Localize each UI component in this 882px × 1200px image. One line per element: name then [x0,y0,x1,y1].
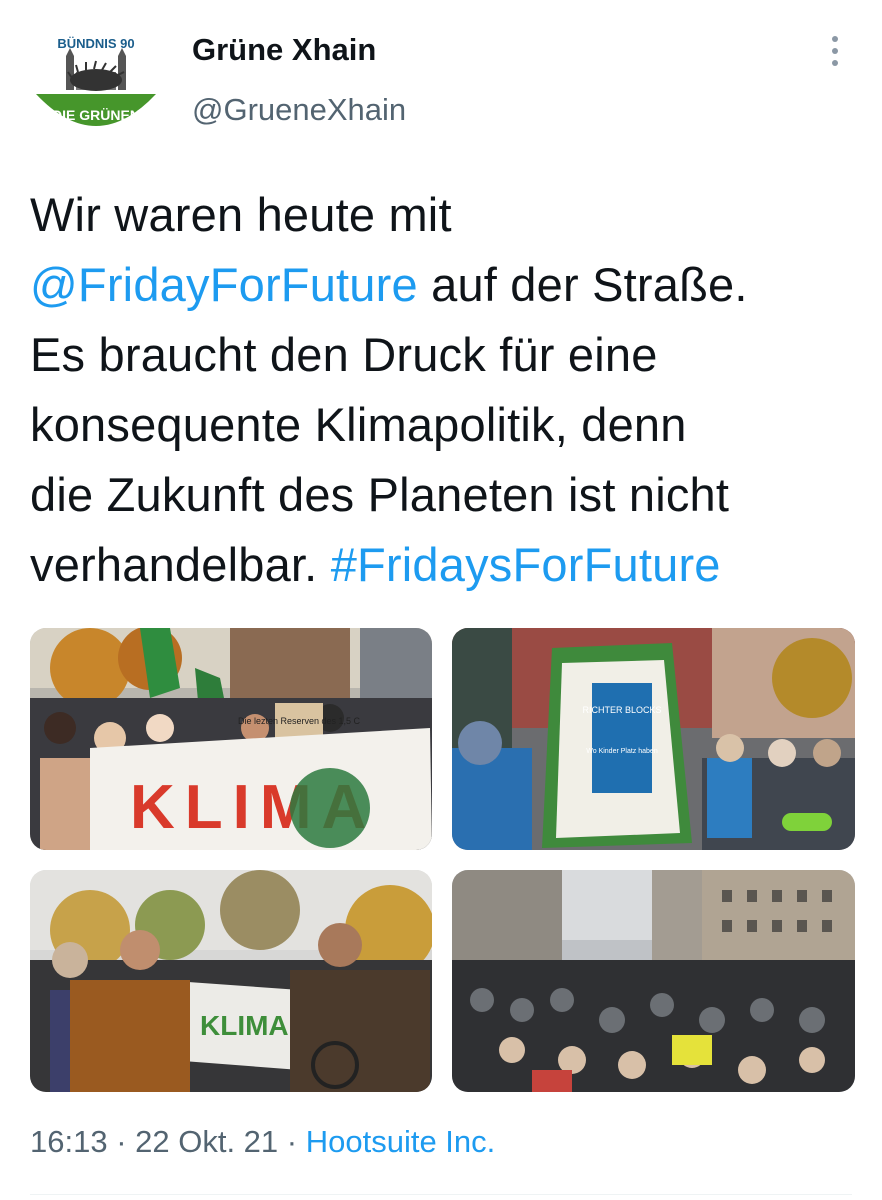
tweet-line: verhandelbar. #FridaysForFuture [30,538,721,591]
logo-main-text: DIE GRÜNEN [52,107,140,123]
photo-protest-sign[interactable]: RICHTER BLOCKS Wo Kinder Platz haben [452,628,855,850]
poster-subtitle: Wo Kinder Platz haben [586,748,658,755]
mention-link[interactable]: @FridayForFuture [30,258,418,311]
meta-separator: · [278,1124,306,1159]
tweet-text: Wir waren heute mit @FridayForFuture auf… [30,180,860,600]
more-options-icon[interactable] [824,36,846,72]
divider [30,1194,852,1195]
author-name[interactable]: Grüne Xhain [192,32,376,68]
party-logo-icon: BÜNDNIS 90 DIE GRÜNEN Friedrichshain-Kre… [30,28,162,146]
photo-sit-in[interactable] [452,870,855,1092]
tweet-source-link[interactable]: Hootsuite Inc. [306,1124,496,1159]
tweet-time: 16:13 [30,1124,108,1159]
photo-march-street[interactable]: KLIMA [30,870,432,1092]
hashtag-link[interactable]: #FridaysForFuture [331,538,721,591]
tweet-line: Es braucht den Druck für eine [30,328,658,381]
avatar[interactable]: BÜNDNIS 90 DIE GRÜNEN Friedrichshain-Kre… [30,28,162,146]
tweet-line: konsequente Klimapolitik, denn [30,398,687,451]
tweet-line: die Zukunft des Planeten ist nicht [30,468,730,521]
tweet-header: BÜNDNIS 90 DIE GRÜNEN Friedrichshain-Kre… [0,0,882,160]
poster-title: RICHTER BLOCKS [582,705,661,715]
photo-protest-banner[interactable]: Die lezten Reserven des 1,5 C KLIMA [30,628,432,850]
march-banner-text: KLIMA [200,1010,289,1041]
tweet-line: @FridayForFuture auf der Straße. [30,258,748,311]
meta-separator: · [107,1124,136,1159]
tweet-line: Wir waren heute mit [30,188,452,241]
tweet-meta: 16:13 · 22 Okt. 21 · Hootsuite Inc. [30,1124,495,1160]
logo-sub-text: Friedrichshain-Kreuzberg [57,127,136,134]
media-grid: Die lezten Reserven des 1,5 C KLIMA RICH… [30,628,855,1092]
logo-top-text: BÜNDNIS 90 [57,36,134,51]
author-handle[interactable]: @GrueneXhain [192,92,406,128]
tweet-date: 22 Okt. 21 [135,1124,279,1159]
protest-sign-text: Die lezten Reserven des 1,5 C [238,716,361,726]
